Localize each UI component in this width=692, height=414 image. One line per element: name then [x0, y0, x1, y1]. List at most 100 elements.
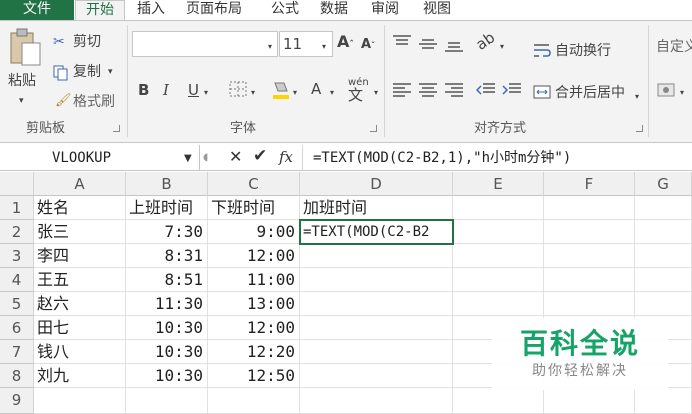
- cell-c8[interactable]: 12:50: [208, 364, 300, 388]
- row-header-9[interactable]: 9: [0, 388, 34, 414]
- cell-d4[interactable]: [300, 268, 453, 292]
- cell-g9[interactable]: [635, 388, 692, 414]
- borders-dropdown-icon[interactable]: ▾: [251, 85, 255, 101]
- underline-dropdown-icon[interactable]: ▾: [204, 85, 208, 101]
- cell-g5[interactable]: [635, 292, 692, 316]
- copy-dropdown-icon[interactable]: ▾: [108, 64, 113, 80]
- font-color-dropdown-icon[interactable]: ▾: [330, 85, 334, 101]
- column-header-g[interactable]: G: [635, 172, 692, 196]
- cell-d3[interactable]: [300, 244, 453, 268]
- decrease-indent-icon[interactable]: [476, 83, 496, 97]
- row-header-4[interactable]: 4: [0, 268, 34, 292]
- merge-center-dropdown-icon[interactable]: ▾: [635, 89, 639, 105]
- cell-b8[interactable]: 10:30: [126, 364, 208, 388]
- currency-dropdown-icon[interactable]: ▾: [680, 85, 684, 101]
- cell-b5[interactable]: 11:30: [126, 292, 208, 316]
- cell-c7[interactable]: 12:20: [208, 340, 300, 364]
- align-top-icon[interactable]: [392, 35, 412, 49]
- align-right-icon[interactable]: [444, 83, 464, 97]
- tab-review[interactable]: 审阅: [371, 0, 399, 20]
- phonetic-dropdown-icon[interactable]: ▾: [374, 85, 378, 101]
- select-all-corner[interactable]: [0, 172, 34, 196]
- cell-f2[interactable]: [544, 220, 635, 244]
- tab-view[interactable]: 视图: [423, 0, 451, 20]
- cancel-icon[interactable]: ✕: [229, 149, 242, 165]
- copy-button[interactable]: 复制: [73, 64, 101, 80]
- tab-page-layout[interactable]: 页面布局: [186, 0, 242, 20]
- cell-b1[interactable]: 上班时间: [126, 196, 208, 220]
- enter-icon[interactable]: ✔: [253, 148, 267, 165]
- row-header-2[interactable]: 2: [0, 220, 34, 244]
- cell-c3[interactable]: 12:00: [208, 244, 300, 268]
- cell-a2[interactable]: 张三: [34, 220, 126, 244]
- cell-b3[interactable]: 8:31: [126, 244, 208, 268]
- name-box[interactable]: VLOOKUP: [0, 145, 200, 171]
- font-launcher-icon[interactable]: [370, 125, 377, 132]
- column-header-f[interactable]: F: [544, 172, 635, 196]
- phonetic-icon[interactable]: wén 文: [348, 77, 369, 104]
- row-header-3[interactable]: 3: [0, 244, 34, 268]
- row-header-5[interactable]: 5: [0, 292, 34, 316]
- tab-insert[interactable]: 插入: [137, 0, 165, 20]
- cell-d8[interactable]: [300, 364, 453, 388]
- name-box-dropdown-icon[interactable]: ▼: [184, 151, 192, 167]
- bold-button[interactable]: B: [138, 81, 149, 99]
- tab-data[interactable]: 数据: [320, 0, 348, 20]
- cell-b6[interactable]: 10:30: [126, 316, 208, 340]
- tab-home[interactable]: 开始: [75, 0, 125, 22]
- cell-f5[interactable]: [544, 292, 635, 316]
- insert-function-icon[interactable]: fx: [279, 149, 293, 165]
- cell-f3[interactable]: [544, 244, 635, 268]
- cell-d7[interactable]: [300, 340, 453, 364]
- paste-dropdown-icon[interactable]: ▾: [19, 93, 24, 109]
- cell-e1[interactable]: [453, 196, 544, 220]
- increase-indent-icon[interactable]: [502, 83, 522, 97]
- alignment-launcher-icon[interactable]: [636, 125, 643, 132]
- cell-a5[interactable]: 赵六: [34, 292, 126, 316]
- cell-d6[interactable]: [300, 316, 453, 340]
- fill-color-icon[interactable]: [270, 79, 292, 101]
- underline-button[interactable]: U: [188, 81, 199, 99]
- cell-f9[interactable]: [544, 388, 635, 414]
- cell-g4[interactable]: [635, 268, 692, 292]
- cell-g1[interactable]: [635, 196, 692, 220]
- row-header-8[interactable]: 8: [0, 364, 34, 388]
- cell-a1[interactable]: 姓名: [34, 196, 126, 220]
- currency-format-icon[interactable]: [656, 81, 678, 101]
- align-left-icon[interactable]: [392, 83, 412, 97]
- cell-a4[interactable]: 王五: [34, 268, 126, 292]
- cell-a3[interactable]: 李四: [34, 244, 126, 268]
- cell-d1[interactable]: 加班时间: [300, 196, 453, 220]
- font-color-icon[interactable]: A: [311, 81, 321, 97]
- font-name-select[interactable]: [132, 31, 278, 57]
- column-header-c[interactable]: C: [208, 172, 300, 196]
- cell-a7[interactable]: 钱八: [34, 340, 126, 364]
- cell-a8[interactable]: 刘九: [34, 364, 126, 388]
- cell-c9[interactable]: [208, 388, 300, 414]
- align-middle-icon[interactable]: [418, 37, 438, 51]
- cell-c6[interactable]: 12:00: [208, 316, 300, 340]
- orientation-icon[interactable]: ab: [473, 28, 499, 53]
- cut-button[interactable]: 剪切: [73, 34, 101, 50]
- grow-font-icon[interactable]: Aˆ: [337, 34, 354, 53]
- format-painter-button[interactable]: 格式刷: [73, 94, 115, 110]
- cell-a9[interactable]: [34, 388, 126, 414]
- cell-b4[interactable]: 8:51: [126, 268, 208, 292]
- merge-center-button[interactable]: 合并后居中: [555, 85, 625, 101]
- cell-d5[interactable]: [300, 292, 453, 316]
- cell-c2[interactable]: 9:00: [208, 220, 300, 244]
- cell-e5[interactable]: [453, 292, 544, 316]
- tab-file[interactable]: 文件: [0, 0, 74, 20]
- align-bottom-icon[interactable]: [444, 39, 464, 53]
- font-size-dropdown-icon[interactable]: ▾: [322, 39, 326, 55]
- paste-icon[interactable]: [8, 27, 42, 67]
- row-header-7[interactable]: 7: [0, 340, 34, 364]
- cell-b7[interactable]: 10:30: [126, 340, 208, 364]
- cell-b2[interactable]: 7:30: [126, 220, 208, 244]
- cell-e3[interactable]: [453, 244, 544, 268]
- formula-input[interactable]: =TEXT(MOD(C2-B2,1),"h小时m分钟"): [313, 145, 571, 171]
- borders-icon[interactable]: [229, 81, 249, 99]
- align-center-icon[interactable]: [418, 83, 438, 97]
- tab-formulas[interactable]: 公式: [271, 0, 299, 20]
- cell-e4[interactable]: [453, 268, 544, 292]
